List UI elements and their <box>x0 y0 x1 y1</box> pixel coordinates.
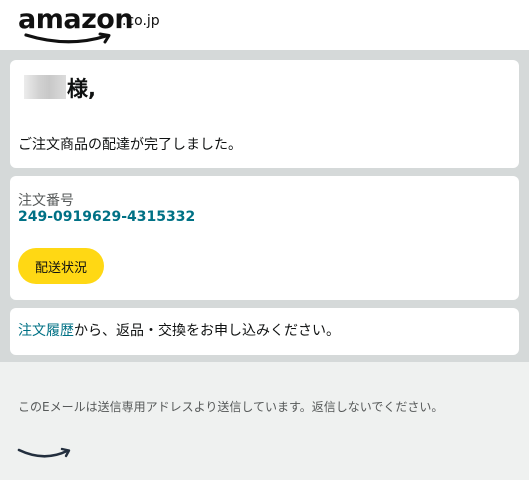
order-number[interactable]: 249-0919629-4315332 <box>18 209 195 225</box>
no-reply-notice: このEメールは送信専用アドレスより送信しています。返信しないでください。 <box>18 400 444 414</box>
order-number-label: 注文番号 <box>18 193 74 209</box>
delivery-complete-message: ご注文商品の配達が完了しました。 <box>18 137 242 153</box>
order-history-card: 注文履歴から、返品・交換をお申し込みください。 <box>10 308 519 355</box>
order-history-instruction: から、返品・交換をお申し込みください。 <box>74 323 340 339</box>
amazon-logo[interactable]: amazon .co.jp <box>18 4 168 46</box>
amazon-smile-icon <box>17 447 71 458</box>
order-card: 注文番号 249-0919629-4315332 配送状況 <box>10 176 519 300</box>
delivery-status-button[interactable]: 配送状況 <box>18 248 104 284</box>
header: amazon .co.jp <box>0 0 529 50</box>
logo-wordmark: amazon <box>18 4 134 35</box>
greeting-card: 様, ご注文商品の配達が完了しました。 <box>10 60 519 168</box>
greeting-suffix: 様, <box>67 77 96 101</box>
footer: このEメールは送信専用アドレスより送信しています。返信しないでください。 <box>0 362 529 480</box>
amazon-smile-icon <box>24 32 111 44</box>
order-history-text: 注文履歴から、返品・交換をお申し込みください。 <box>18 320 340 340</box>
redacted-customer-name <box>24 75 66 99</box>
order-history-link[interactable]: 注文履歴 <box>18 323 74 339</box>
logo-domain: .co.jp <box>122 13 160 29</box>
